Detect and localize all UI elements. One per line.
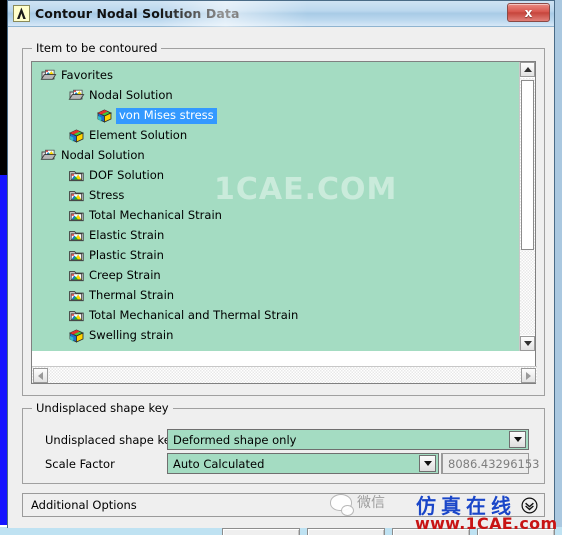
dialog-body: Item to be contoured 1CAE.COM Favorites N… <box>8 27 555 535</box>
tree-item[interactable]: von Mises stress <box>96 106 217 126</box>
closed-folder-results-icon <box>68 188 85 204</box>
tree-item[interactable]: Plastic Strain <box>68 246 164 266</box>
open-folder-results-icon <box>40 148 57 164</box>
undisplaced-shape-key-legend: Undisplaced shape key <box>32 401 173 415</box>
item-to-be-contoured-group: Item to be contoured 1CAE.COM Favorites N… <box>22 41 545 396</box>
tree-item[interactable]: Total Mechanical and Thermal Strain <box>68 306 298 326</box>
tree-item[interactable]: Nodal Solution <box>68 86 173 106</box>
tree-canvas[interactable]: 1CAE.COM Favorites Nodal Solution von Mise… <box>32 62 520 351</box>
closed-folder-results-icon <box>68 268 85 284</box>
closed-folder-results-icon <box>68 208 85 224</box>
undisplaced-shape-key-label: Undisplaced shape key <box>45 433 178 447</box>
tree-item-label: Thermal Strain <box>89 288 175 303</box>
scale-factor-value: Auto Calculated <box>173 456 265 471</box>
closed-folder-results-icon <box>68 308 85 324</box>
tree-item-label: Stress <box>89 188 125 203</box>
screen: Contour Nodal Solution Data x Item to be… <box>0 0 562 535</box>
window-title: Contour Nodal Solution Data <box>35 6 240 21</box>
tree-item-label: Plastic Strain <box>89 248 164 263</box>
scroll-down-button[interactable] <box>520 336 535 351</box>
item-to-be-contoured-legend: Item to be contoured <box>32 41 162 55</box>
close-icon: x <box>524 5 533 20</box>
tree-watermark: 1CAE.COM <box>214 172 398 207</box>
tree-item[interactable]: Elastic Strain <box>68 226 164 246</box>
tree-item-label: Elastic Strain <box>89 228 165 243</box>
open-folder-results-icon <box>40 68 57 84</box>
tree-item[interactable]: Element Solution <box>68 126 187 146</box>
tree-item-label: Nodal Solution <box>89 88 173 103</box>
tree-item[interactable]: Total Mechanical Strain <box>68 206 222 226</box>
additional-options-label: Additional Options <box>31 498 137 512</box>
color-cube-icon <box>68 128 85 144</box>
arrow-left-icon <box>38 371 43 380</box>
contour-nodal-solution-dialog: Contour Nodal Solution Data x Item to be… <box>7 0 555 535</box>
tree-item[interactable]: Stress <box>68 186 124 206</box>
close-button[interactable]: x <box>507 3 550 22</box>
apply-button[interactable]: Apply <box>307 528 385 535</box>
tree-item[interactable]: Swelling strain <box>68 326 173 346</box>
scale-factor-label: Scale Factor <box>45 457 115 471</box>
tree-item-label: Element Solution <box>89 128 188 143</box>
help-button[interactable]: Help <box>477 528 555 535</box>
tree-item-label: von Mises stress <box>116 107 217 125</box>
arrow-right-icon <box>526 371 531 380</box>
title-bar: Contour Nodal Solution Data x <box>8 1 554 27</box>
color-cube-icon <box>96 108 113 124</box>
scroll-left-button[interactable] <box>33 368 48 383</box>
ansys-lambda-icon <box>13 5 30 22</box>
scroll-up-button[interactable] <box>520 62 535 77</box>
tree-item-label: Nodal Solution <box>61 148 145 163</box>
scale-factor-number-field: 8086.43296153 <box>441 453 539 474</box>
vscrollbar-thumb[interactable] <box>521 80 534 250</box>
tree-vertical-scrollbar[interactable] <box>519 62 535 351</box>
ok-button[interactable]: OK <box>222 528 300 535</box>
cancel-button[interactable]: Cancel <box>392 528 470 535</box>
scroll-right-button[interactable] <box>521 368 536 383</box>
chevron-down-icon[interactable] <box>419 455 436 472</box>
chevron-down-circle-icon[interactable] <box>521 497 538 514</box>
scale-factor-select[interactable]: Auto Calculated <box>167 453 439 474</box>
tree-item[interactable]: Thermal Strain <box>68 286 174 306</box>
closed-folder-results-icon <box>68 248 85 264</box>
tree-item-label: DOF Solution <box>89 168 165 183</box>
desktop-backdrop-black <box>0 0 7 175</box>
scale-factor-number-value: 8086.43296153 <box>448 456 540 471</box>
undisplaced-shape-key-value: Deformed shape only <box>173 432 297 447</box>
tree-item-label: Creep Strain <box>89 268 161 283</box>
chevron-down-icon[interactable] <box>509 431 526 448</box>
tree-item-label: Favorites <box>61 68 113 83</box>
additional-options-bar[interactable]: Additional Options <box>22 493 545 517</box>
undisplaced-shape-key-select[interactable]: Deformed shape only <box>167 429 529 450</box>
tree-item-label: Total Mechanical Strain <box>89 208 222 223</box>
tree-item[interactable]: DOF Solution <box>68 166 164 186</box>
contour-item-tree[interactable]: 1CAE.COM Favorites Nodal Solution von Mise… <box>31 61 537 384</box>
arrow-down-icon <box>523 341 532 346</box>
tree-item[interactable]: Nodal Solution <box>40 146 145 166</box>
undisplaced-shape-key-group: Undisplaced shape key Undisplaced shape … <box>22 401 545 484</box>
desktop-backdrop-blue <box>0 175 7 525</box>
tree-horizontal-scrollbar[interactable] <box>32 366 537 383</box>
color-cube-icon <box>68 328 85 344</box>
tree-item-label: Swelling strain <box>89 328 174 343</box>
tree-item-label: Total Mechanical and Thermal Strain <box>89 308 299 323</box>
arrow-up-icon <box>523 67 532 72</box>
tree-item[interactable]: Creep Strain <box>68 266 161 286</box>
closed-folder-results-icon <box>68 168 85 184</box>
open-folder-results-icon <box>68 88 85 104</box>
closed-folder-results-icon <box>68 228 85 244</box>
tree-item[interactable]: Favorites <box>40 66 113 86</box>
closed-folder-results-icon <box>68 288 85 304</box>
